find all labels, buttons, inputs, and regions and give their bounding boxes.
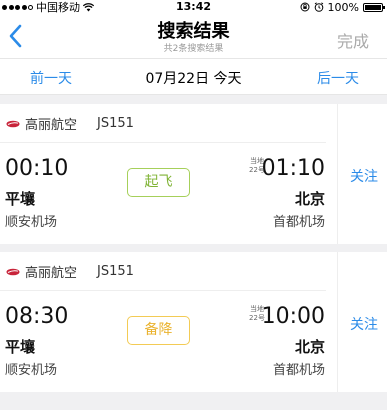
date-bar: 前一天 07月22日 今天 后一天 (0, 58, 387, 95)
flight-number: JS151 (97, 116, 134, 131)
arrival-time: 10:00 (261, 304, 325, 329)
status-badge: 备降 (127, 316, 190, 345)
divider (0, 142, 326, 143)
departure-airport: 顺安机场 (5, 215, 58, 230)
battery-icon (363, 2, 385, 12)
follow-button[interactable]: 关注 (350, 314, 378, 334)
airline-name: 高丽航空 (25, 118, 78, 133)
arrival-airport: 首都机场 (272, 363, 325, 378)
orientation-lock-icon (300, 2, 310, 12)
done-button[interactable]: 完成 (337, 28, 369, 52)
departure-time: 00:10 (5, 156, 69, 181)
flight-card[interactable]: 高丽航空 JS151 00:10 平壤 顺安机场 起飞 当地 22号 01:10… (0, 104, 387, 244)
departure-city: 平壤 (5, 190, 36, 208)
result-count: 共2条搜索结果 (163, 44, 224, 54)
status-bar: 中国移动 13:42 100% (0, 0, 387, 14)
arrival-city: 北京 (294, 190, 325, 208)
flight-card[interactable]: 高丽航空 JS151 08:30 平壤 顺安机场 备降 当地 22号 10:00… (0, 252, 387, 392)
divider-vertical (337, 104, 338, 244)
airline-logo-icon (6, 120, 20, 127)
airline-logo-icon (6, 268, 20, 275)
arrival-airport: 首都机场 (272, 215, 325, 230)
departure-city: 平壤 (5, 338, 36, 356)
follow-button[interactable]: 关注 (350, 166, 378, 186)
flight-header: 高丽航空 JS151 (6, 262, 134, 281)
flight-header: 高丽航空 JS151 (6, 114, 134, 133)
divider-vertical (337, 252, 338, 392)
arrival-city: 北京 (294, 338, 325, 356)
divider (0, 290, 326, 291)
departure-airport: 顺安机场 (5, 363, 58, 378)
status-badge: 起飞 (127, 168, 190, 197)
next-day-button[interactable]: 后一天 (317, 68, 359, 88)
flight-number: JS151 (97, 264, 134, 279)
nav-bar: 搜索结果 共2条搜索结果 完成 (0, 14, 387, 58)
airline-name: 高丽航空 (25, 266, 78, 281)
departure-time: 08:30 (5, 304, 69, 329)
alarm-icon (314, 2, 323, 12)
status-right: 100% (300, 0, 385, 14)
page-title: 搜索结果 (157, 21, 230, 42)
arrival-time: 01:10 (261, 156, 325, 181)
battery-percent: 100% (327, 0, 359, 14)
